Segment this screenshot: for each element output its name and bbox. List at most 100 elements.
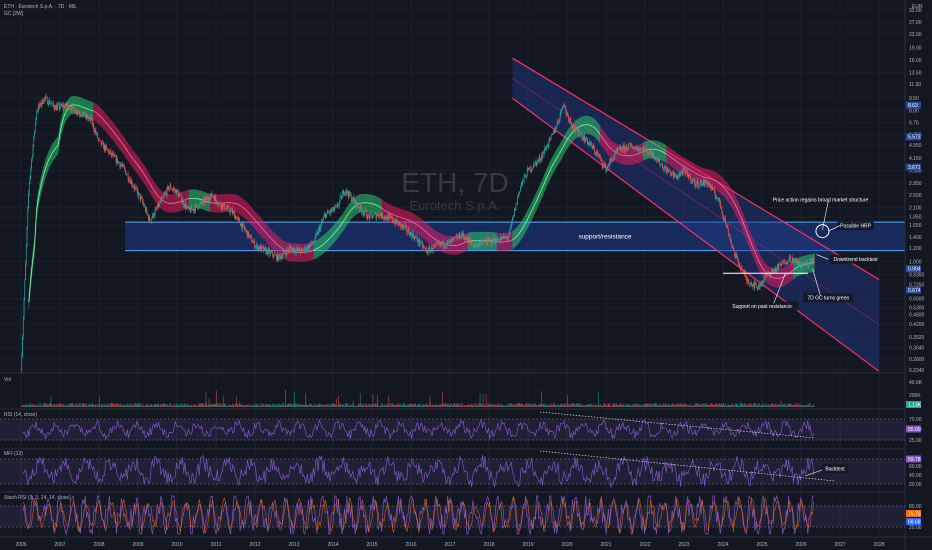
candle-body [490,239,492,244]
candle-body [207,197,208,200]
volume-bar [643,404,645,407]
candle-body [782,262,783,264]
volume-bar [177,405,178,407]
candle-body [126,174,127,176]
candle-body [424,247,425,248]
volume-bar [574,405,576,407]
candle-body [416,236,418,241]
volume-bar [181,405,183,407]
volume-bar [529,404,530,407]
volume-bar [399,404,401,407]
mfi-annotation: Backtest [825,466,845,472]
candle-body [806,261,808,264]
candle-body [368,215,370,219]
volume-bar [105,405,106,407]
candle-body [755,282,756,285]
candle-body [482,242,484,244]
volume-bar [795,405,797,407]
candle-body [443,241,444,247]
volume-bar [145,403,147,407]
volume-bar [639,404,640,407]
candle-body [255,247,256,248]
candle-body [168,187,170,190]
candle-body [198,203,200,208]
candle-body [562,106,564,107]
candle-body [283,250,285,253]
candle-body [434,245,435,247]
candle-body [308,244,309,250]
volume-bar [757,403,759,407]
candle-body [77,111,79,113]
volume-bar [431,405,432,407]
candle-body [337,205,339,207]
volume-bar [710,403,712,407]
candle-body [596,152,598,155]
candle-body [639,148,640,152]
stoch-pane-label: Stoch RSI (3, 3, 14, 14, close) [4,495,71,501]
volume-bar [234,405,235,407]
candle-body [472,244,474,248]
candle-body [669,170,670,172]
volume-bar [61,404,62,407]
candle-body [270,251,272,253]
volume-bar [320,404,321,407]
y-tick-label: 2.500 [909,193,922,199]
candle-body [311,241,312,245]
volume-bar [776,404,778,407]
y-tick-label: 1.850 [909,215,922,221]
candle-body [51,103,53,104]
volume-bar [439,405,440,407]
candle-body [428,247,430,249]
volume-bar [151,405,153,407]
volume-bar [663,403,664,407]
candle-body [713,188,715,190]
volume-bar [350,404,352,407]
candle-body [213,197,215,201]
candle-body [754,282,756,288]
candle-body [515,203,517,211]
candle-body [391,216,393,218]
candle-body [699,181,701,185]
candle-body [573,125,574,128]
volume-bar [411,404,413,407]
volume-bar [648,404,650,407]
volume-bar [31,405,32,407]
volume-bar [30,403,32,407]
candle-body [591,142,592,146]
volume-bar [21,404,23,407]
volume-bar [79,403,80,407]
volume-bar [366,404,368,407]
candle-body [714,193,716,197]
candle-body [80,115,82,116]
volume-bar [133,404,134,407]
candle-body [387,215,389,221]
candle-body [422,246,424,248]
volume-bar [791,404,792,407]
gc-ribbon-center [802,264,806,266]
volume-bar [156,404,157,407]
candle-body [458,233,460,238]
volume-bar [672,404,674,407]
candle-body [108,150,109,154]
volume-bar [611,405,613,407]
volume-bar [714,404,715,407]
x-tick-label: 2014 [327,542,338,548]
candle-body [137,190,139,196]
candle-body [397,222,399,223]
candle-body [507,238,509,239]
volume-bar [169,404,171,407]
volume-bar [338,395,339,407]
candle-body [738,258,739,264]
chart-canvas[interactable]: ETH · Eurotech S.p.A. · 7D · MIL GC [2W]… [0,0,932,550]
volume-bar [270,405,271,407]
volume-bar [457,404,458,407]
candle-body [662,164,664,169]
volume-bar [531,404,533,407]
candle-body [289,247,291,248]
volume-bar [679,403,681,407]
candle-body [202,199,204,204]
volume-bar [651,405,653,407]
symbol-header: ETH · Eurotech S.p.A. · 7D · MIL [4,4,77,10]
volume-bar [490,404,492,407]
candle-body [356,202,357,207]
